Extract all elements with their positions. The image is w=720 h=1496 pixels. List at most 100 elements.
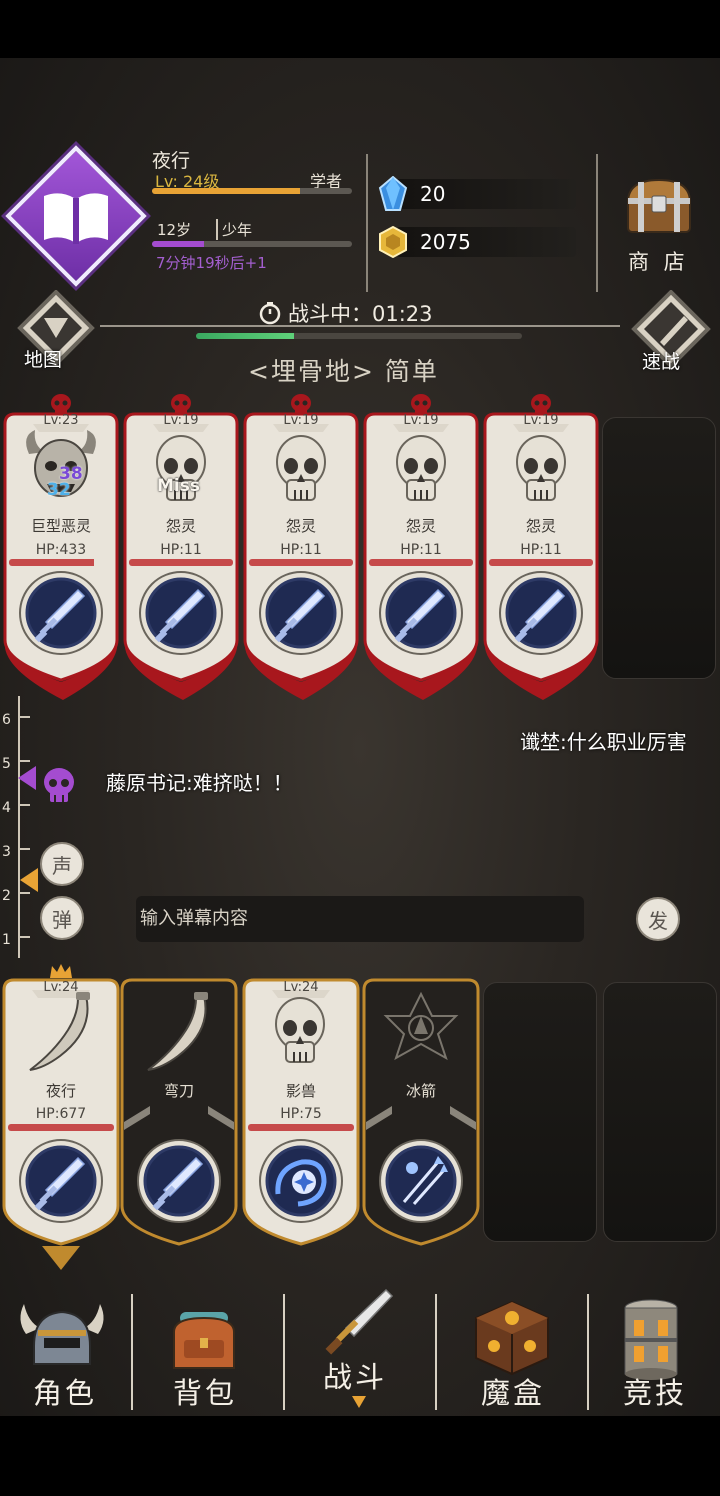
enemy-name: 怨灵 bbox=[165, 517, 196, 535]
active-indicator-icon bbox=[352, 1396, 366, 1408]
enemy-level: Lv:19 bbox=[283, 413, 319, 428]
treasure-chest-icon[interactable] bbox=[624, 176, 694, 236]
player-progress-marker-icon bbox=[20, 868, 38, 892]
enemy-card[interactable]: Lv:19 怨灵 HP:11 bbox=[363, 394, 479, 700]
danmaku-input[interactable]: 输入弹幕内容 bbox=[136, 896, 584, 942]
age-bar bbox=[152, 241, 352, 247]
enemy-portrait bbox=[271, 432, 331, 512]
skull-portrait-icon bbox=[275, 997, 325, 1063]
enemy-skull-badge-icon bbox=[411, 394, 431, 414]
party-card[interactable]: 冰箭 bbox=[362, 978, 480, 1274]
header-divider bbox=[366, 154, 368, 292]
map-label[interactable]: 地图 bbox=[24, 345, 62, 372]
party-hp-bar bbox=[248, 1124, 354, 1131]
battle-progress-bar bbox=[196, 333, 522, 339]
xp-bar bbox=[152, 188, 352, 194]
enemy-hp-fill bbox=[369, 559, 473, 566]
gem-icon bbox=[378, 176, 408, 211]
shop-button[interactable]: 商 店 bbox=[628, 246, 689, 276]
enemy-skull-badge-icon bbox=[171, 394, 191, 414]
shadow-orb-icon bbox=[259, 1139, 343, 1223]
nav-label: 魔盒 bbox=[480, 1376, 545, 1410]
sword-icon bbox=[19, 571, 103, 655]
enemy-skill-slot[interactable] bbox=[378, 570, 464, 656]
voice-button[interactable]: 声 bbox=[40, 842, 84, 886]
party-portrait bbox=[20, 990, 102, 1076]
scimitar-portrait-icon bbox=[29, 992, 90, 1071]
sword-icon bbox=[325, 1288, 394, 1355]
nav-label: 竞技 bbox=[622, 1376, 687, 1410]
enemy-level: Lv:19 bbox=[163, 413, 199, 428]
party-skill-slot[interactable] bbox=[136, 1138, 222, 1224]
scale-label: 2 bbox=[2, 888, 11, 904]
chevron-decoration bbox=[124, 1106, 234, 1130]
empty-enemy-slot bbox=[602, 417, 716, 679]
battle-status-text: 战斗中：01:23 bbox=[288, 302, 433, 326]
danmaku-toggle-button[interactable]: 弹 bbox=[40, 896, 84, 940]
enemy-card[interactable]: Lv:19 怨灵 HP:11 Miss bbox=[123, 394, 239, 700]
enemy-hp-fill bbox=[489, 559, 593, 566]
sword-icon bbox=[19, 1139, 103, 1223]
nav-item-battle[interactable]: 战斗 bbox=[284, 1284, 434, 1416]
enemy-level: Lv:23 bbox=[43, 413, 79, 428]
enemy-skill-slot[interactable] bbox=[258, 570, 344, 656]
scale-label: 4 bbox=[2, 800, 11, 816]
location-title: <埋骨地> 简单 bbox=[248, 357, 439, 386]
enemy-skill-slot[interactable] bbox=[498, 570, 584, 656]
enemy-hp: HP:11 bbox=[280, 542, 322, 558]
enemy-hp-fill bbox=[9, 559, 95, 566]
skull-portrait-icon bbox=[156, 435, 206, 501]
enemy-card[interactable]: Lv:19 怨灵 HP:11 bbox=[243, 394, 359, 700]
empty-party-slot bbox=[483, 982, 597, 1242]
enemy-portrait bbox=[151, 432, 211, 512]
nav-item-arena[interactable]: 竞技 bbox=[580, 1284, 720, 1416]
battle-progress-fill bbox=[196, 333, 294, 339]
battle-divider bbox=[100, 325, 620, 327]
party-skill-slot[interactable] bbox=[378, 1138, 464, 1224]
nav-item-character[interactable]: 角色 bbox=[0, 1284, 150, 1416]
sword-icon bbox=[379, 571, 463, 655]
enemy-portrait bbox=[391, 432, 451, 512]
enemy-card[interactable]: Lv:19 怨灵 HP:11 bbox=[483, 394, 599, 700]
age-bar-fill bbox=[152, 241, 204, 247]
nav-label: 角色 bbox=[32, 1376, 97, 1410]
party-card[interactable]: 弯刀 bbox=[120, 978, 238, 1274]
enemy-hp: HP:11 bbox=[400, 542, 442, 558]
danmaku-lane-scale bbox=[18, 696, 30, 958]
enemy-hp: HP:433 bbox=[35, 542, 87, 558]
game-screen: 夜行 Lv: 24级 学者 12岁 少年 7分钟19秒后+1 20 2075 商… bbox=[0, 0, 720, 1496]
nav-label: 背包 bbox=[172, 1376, 237, 1410]
enemy-skill-slot[interactable] bbox=[18, 570, 104, 656]
party-skill-slot[interactable] bbox=[18, 1138, 104, 1224]
scale-label: 3 bbox=[2, 844, 11, 860]
party-skill-slot[interactable] bbox=[258, 1138, 344, 1224]
party-hp-fill bbox=[8, 1124, 114, 1131]
nav-item-backpack[interactable]: 背包 bbox=[132, 1284, 282, 1416]
send-button[interactable]: 发 bbox=[636, 897, 680, 941]
nav-label: 战斗 bbox=[322, 1360, 387, 1394]
enemy-hp-fill bbox=[249, 559, 353, 566]
miss-indicator: Miss bbox=[157, 476, 200, 496]
party-portrait bbox=[380, 990, 462, 1076]
party-hp-bar bbox=[8, 1124, 114, 1131]
crown-icon bbox=[50, 964, 72, 978]
enemy-skill-slot[interactable] bbox=[138, 570, 224, 656]
sword-icon bbox=[259, 571, 343, 655]
quick-battle-label[interactable]: 速战 bbox=[642, 347, 680, 374]
enemy-skull-badge-icon bbox=[291, 394, 311, 414]
party-hp-fill bbox=[248, 1124, 354, 1131]
enemy-hp-bar bbox=[9, 559, 113, 566]
party-name: 冰箭 bbox=[405, 1082, 436, 1100]
party-card[interactable]: Lv:24 夜行 HP:677 bbox=[2, 964, 120, 1274]
party-name: 影兽 bbox=[285, 1082, 316, 1100]
skull-portrait-icon bbox=[396, 435, 446, 501]
enemy-skull-badge-icon bbox=[531, 394, 551, 414]
stopwatch-icon bbox=[259, 302, 281, 325]
party-hp: HP:677 bbox=[35, 1106, 87, 1122]
skull-portrait-icon bbox=[276, 435, 326, 501]
party-card[interactable]: Lv:24 影兽 HP:75 bbox=[242, 978, 360, 1274]
enemy-hp: HP:11 bbox=[160, 542, 202, 558]
book-icon bbox=[44, 193, 108, 244]
nav-item-magic-box[interactable]: 魔盒 bbox=[436, 1284, 586, 1416]
enemy-card[interactable]: Lv:23 巨型恶灵 HP:433 38 32 bbox=[3, 394, 119, 700]
